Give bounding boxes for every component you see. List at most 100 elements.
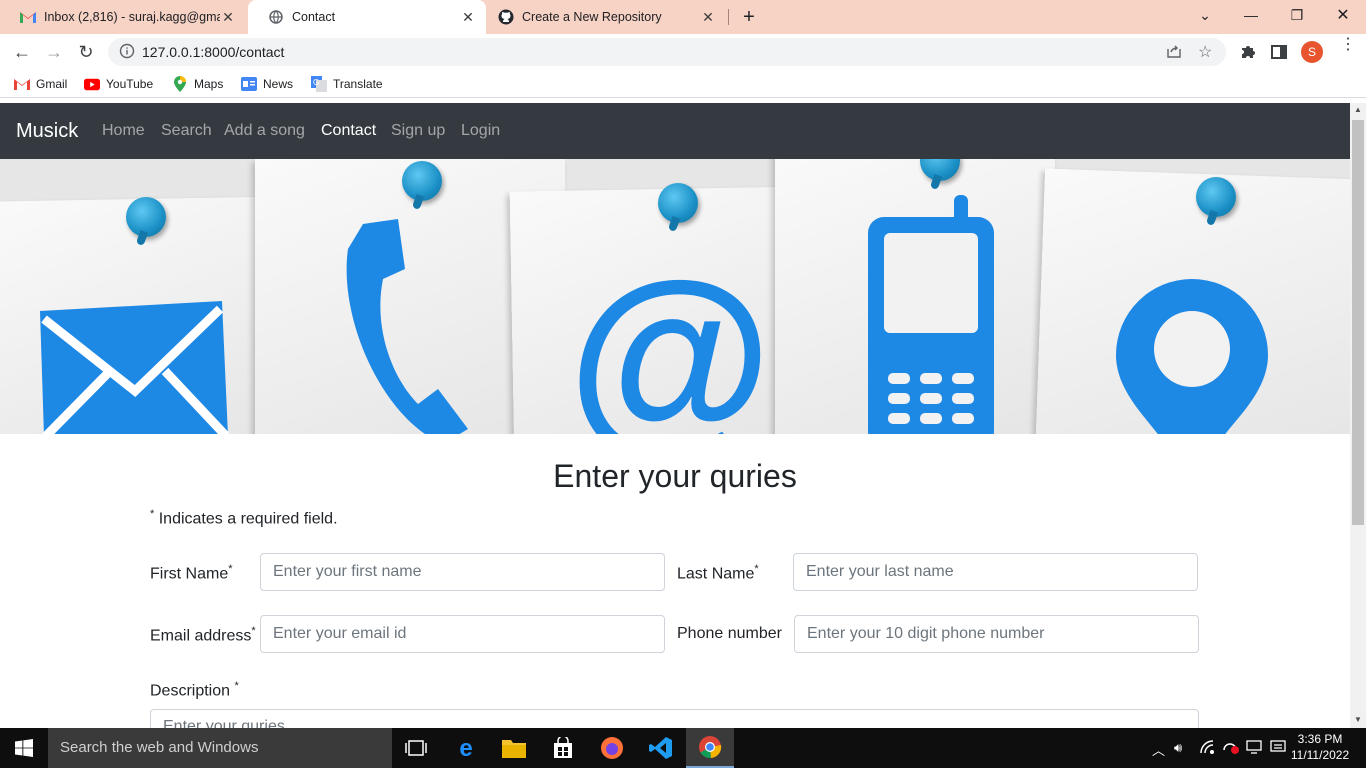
notification-icon[interactable] bbox=[1270, 740, 1286, 757]
first-name-label: First Name* bbox=[150, 563, 233, 583]
location-pin-icon bbox=[1116, 279, 1268, 434]
back-arrow-icon[interactable]: ← bbox=[10, 40, 34, 64]
required-asterisk: * bbox=[150, 508, 155, 520]
scroll-up-arrow-icon[interactable]: ▲ bbox=[1354, 105, 1362, 114]
close-window-button[interactable]: ✕ bbox=[1320, 0, 1366, 30]
tab-github[interactable]: Create a New Repository ✕ bbox=[488, 0, 726, 34]
description-textarea[interactable] bbox=[150, 709, 1199, 728]
edge-browser-icon[interactable]: e bbox=[442, 728, 490, 768]
globe-icon bbox=[268, 9, 284, 25]
required-asterisk: * bbox=[754, 563, 759, 575]
bookmark-label: News bbox=[263, 77, 294, 91]
bookmark-youtube[interactable]: YouTube bbox=[84, 76, 153, 92]
tab-search-chevron-icon[interactable]: ⌄ bbox=[1182, 0, 1228, 30]
contact-hero-banner: @ bbox=[0, 159, 1350, 434]
nav-search[interactable]: Search bbox=[161, 122, 212, 140]
url-text: 127.0.0.1:8000/contact bbox=[142, 44, 285, 60]
form-heading: Enter your quries bbox=[553, 458, 797, 494]
bookmarks-bar: Gmail YouTube Maps News G Translate bbox=[0, 70, 1366, 98]
display-icon[interactable] bbox=[1246, 740, 1262, 757]
required-asterisk: * bbox=[228, 563, 233, 575]
volume-icon[interactable]: 🔊︎ bbox=[1174, 740, 1182, 756]
bookmark-label: Translate bbox=[333, 77, 383, 91]
show-hidden-icons-chevron-icon[interactable]: ︿ bbox=[1152, 740, 1165, 759]
browser-toolbar: ← → ↻ 127.0.0.1:8000/contact ☆ S ⋮ bbox=[0, 34, 1366, 70]
windows-start-icon[interactable] bbox=[0, 728, 48, 768]
email-label: Email address* bbox=[150, 625, 256, 645]
minimize-button[interactable]: — bbox=[1228, 0, 1274, 30]
bookmark-gmail[interactable]: Gmail bbox=[14, 76, 67, 92]
first-name-input[interactable] bbox=[260, 553, 665, 591]
restore-button[interactable]: ❐ bbox=[1274, 0, 1320, 30]
taskbar-search-box[interactable]: Search the web and Windows bbox=[48, 728, 392, 768]
network-alert-icon[interactable] bbox=[1222, 740, 1240, 757]
svg-text:G: G bbox=[313, 78, 319, 87]
taskbar-clock[interactable]: 3:36 PM 11/11/2022 bbox=[1290, 731, 1350, 763]
bookmark-news[interactable]: News bbox=[241, 76, 293, 92]
description-label: Description * bbox=[150, 680, 239, 700]
svg-text:e: e bbox=[459, 737, 472, 759]
scrollbar-thumb[interactable] bbox=[1352, 120, 1364, 525]
task-view-icon[interactable] bbox=[392, 728, 440, 768]
close-tab-icon[interactable]: ✕ bbox=[220, 9, 236, 26]
new-tab-button[interactable]: + bbox=[738, 5, 760, 29]
clock-time: 3:36 PM bbox=[1297, 732, 1343, 746]
tab-title: Create a New Repository bbox=[522, 10, 662, 24]
nav-contact[interactable]: Contact bbox=[321, 122, 376, 140]
bookmark-star-icon[interactable]: ☆ bbox=[1198, 42, 1212, 62]
info-icon[interactable] bbox=[119, 43, 135, 64]
tab-title: Inbox (2,816) - suraj.kagg@gmail.com bbox=[44, 10, 220, 24]
required-asterisk: * bbox=[234, 680, 239, 692]
gmail-icon bbox=[14, 76, 30, 92]
github-icon bbox=[498, 9, 514, 25]
profile-avatar[interactable]: S bbox=[1301, 41, 1323, 63]
scroll-down-arrow-icon[interactable]: ▼ bbox=[1354, 715, 1362, 724]
nav-signup[interactable]: Sign up bbox=[391, 122, 445, 140]
bookmark-label: Gmail bbox=[36, 77, 68, 91]
extensions-puzzle-icon[interactable] bbox=[1239, 43, 1257, 66]
last-name-input[interactable] bbox=[793, 553, 1198, 591]
label-text: Last Name bbox=[677, 565, 755, 583]
close-tab-icon[interactable]: ✕ bbox=[460, 9, 476, 26]
phone-label: Phone number bbox=[677, 625, 782, 642]
envelope-icon bbox=[40, 301, 230, 434]
required-note-text: Indicates a required field. bbox=[158, 510, 338, 528]
file-explorer-icon[interactable] bbox=[490, 728, 538, 768]
close-tab-icon[interactable]: ✕ bbox=[700, 9, 716, 26]
label-text: First Name bbox=[150, 565, 229, 583]
push-pin-icon bbox=[402, 161, 442, 201]
youtube-icon bbox=[84, 76, 100, 92]
clock-date: 11/11/2022 bbox=[1290, 748, 1350, 762]
windows-taskbar: Search the web and Windows e ︿ 🔊︎ 3:36 P… bbox=[0, 728, 1366, 768]
at-sign-icon: @ bbox=[576, 279, 764, 434]
side-panel-icon[interactable] bbox=[1271, 44, 1287, 65]
email-input[interactable] bbox=[260, 615, 665, 653]
share-icon[interactable] bbox=[1166, 43, 1182, 64]
tab-gmail[interactable]: Inbox (2,816) - suraj.kagg@gmail.com ✕ bbox=[0, 0, 246, 34]
address-bar[interactable]: 127.0.0.1:8000/contact ☆ bbox=[108, 38, 1226, 66]
required-asterisk: * bbox=[251, 625, 256, 637]
vscode-icon[interactable] bbox=[637, 728, 685, 768]
required-note: * Indicates a required field. bbox=[150, 508, 338, 528]
nav-add-song[interactable]: Add a song bbox=[224, 122, 305, 140]
site-brand[interactable]: Musick bbox=[16, 120, 78, 143]
last-name-label: Last Name* bbox=[677, 563, 759, 583]
phone-input[interactable] bbox=[794, 615, 1199, 653]
chrome-icon[interactable] bbox=[686, 728, 734, 768]
page-viewport: Musick Home Search Add a song Contact Si… bbox=[0, 103, 1350, 728]
bookmark-translate[interactable]: G Translate bbox=[311, 76, 383, 92]
nav-login[interactable]: Login bbox=[461, 122, 500, 140]
phone-handset-icon bbox=[346, 219, 468, 434]
wifi-icon[interactable] bbox=[1200, 740, 1216, 757]
reload-icon[interactable]: ↻ bbox=[74, 40, 98, 64]
menu-kebab-icon[interactable]: ⋮ bbox=[1340, 37, 1356, 53]
tab-contact[interactable]: Contact ✕ bbox=[248, 0, 486, 34]
tab-title: Contact bbox=[292, 10, 336, 24]
label-text: Description bbox=[150, 682, 231, 700]
forward-arrow-icon[interactable]: → bbox=[42, 40, 66, 64]
bookmark-maps[interactable]: Maps bbox=[172, 76, 223, 92]
nav-home[interactable]: Home bbox=[102, 122, 145, 140]
store-icon[interactable] bbox=[539, 728, 587, 768]
tab-separator bbox=[728, 9, 729, 25]
firefox-icon[interactable] bbox=[588, 728, 636, 768]
